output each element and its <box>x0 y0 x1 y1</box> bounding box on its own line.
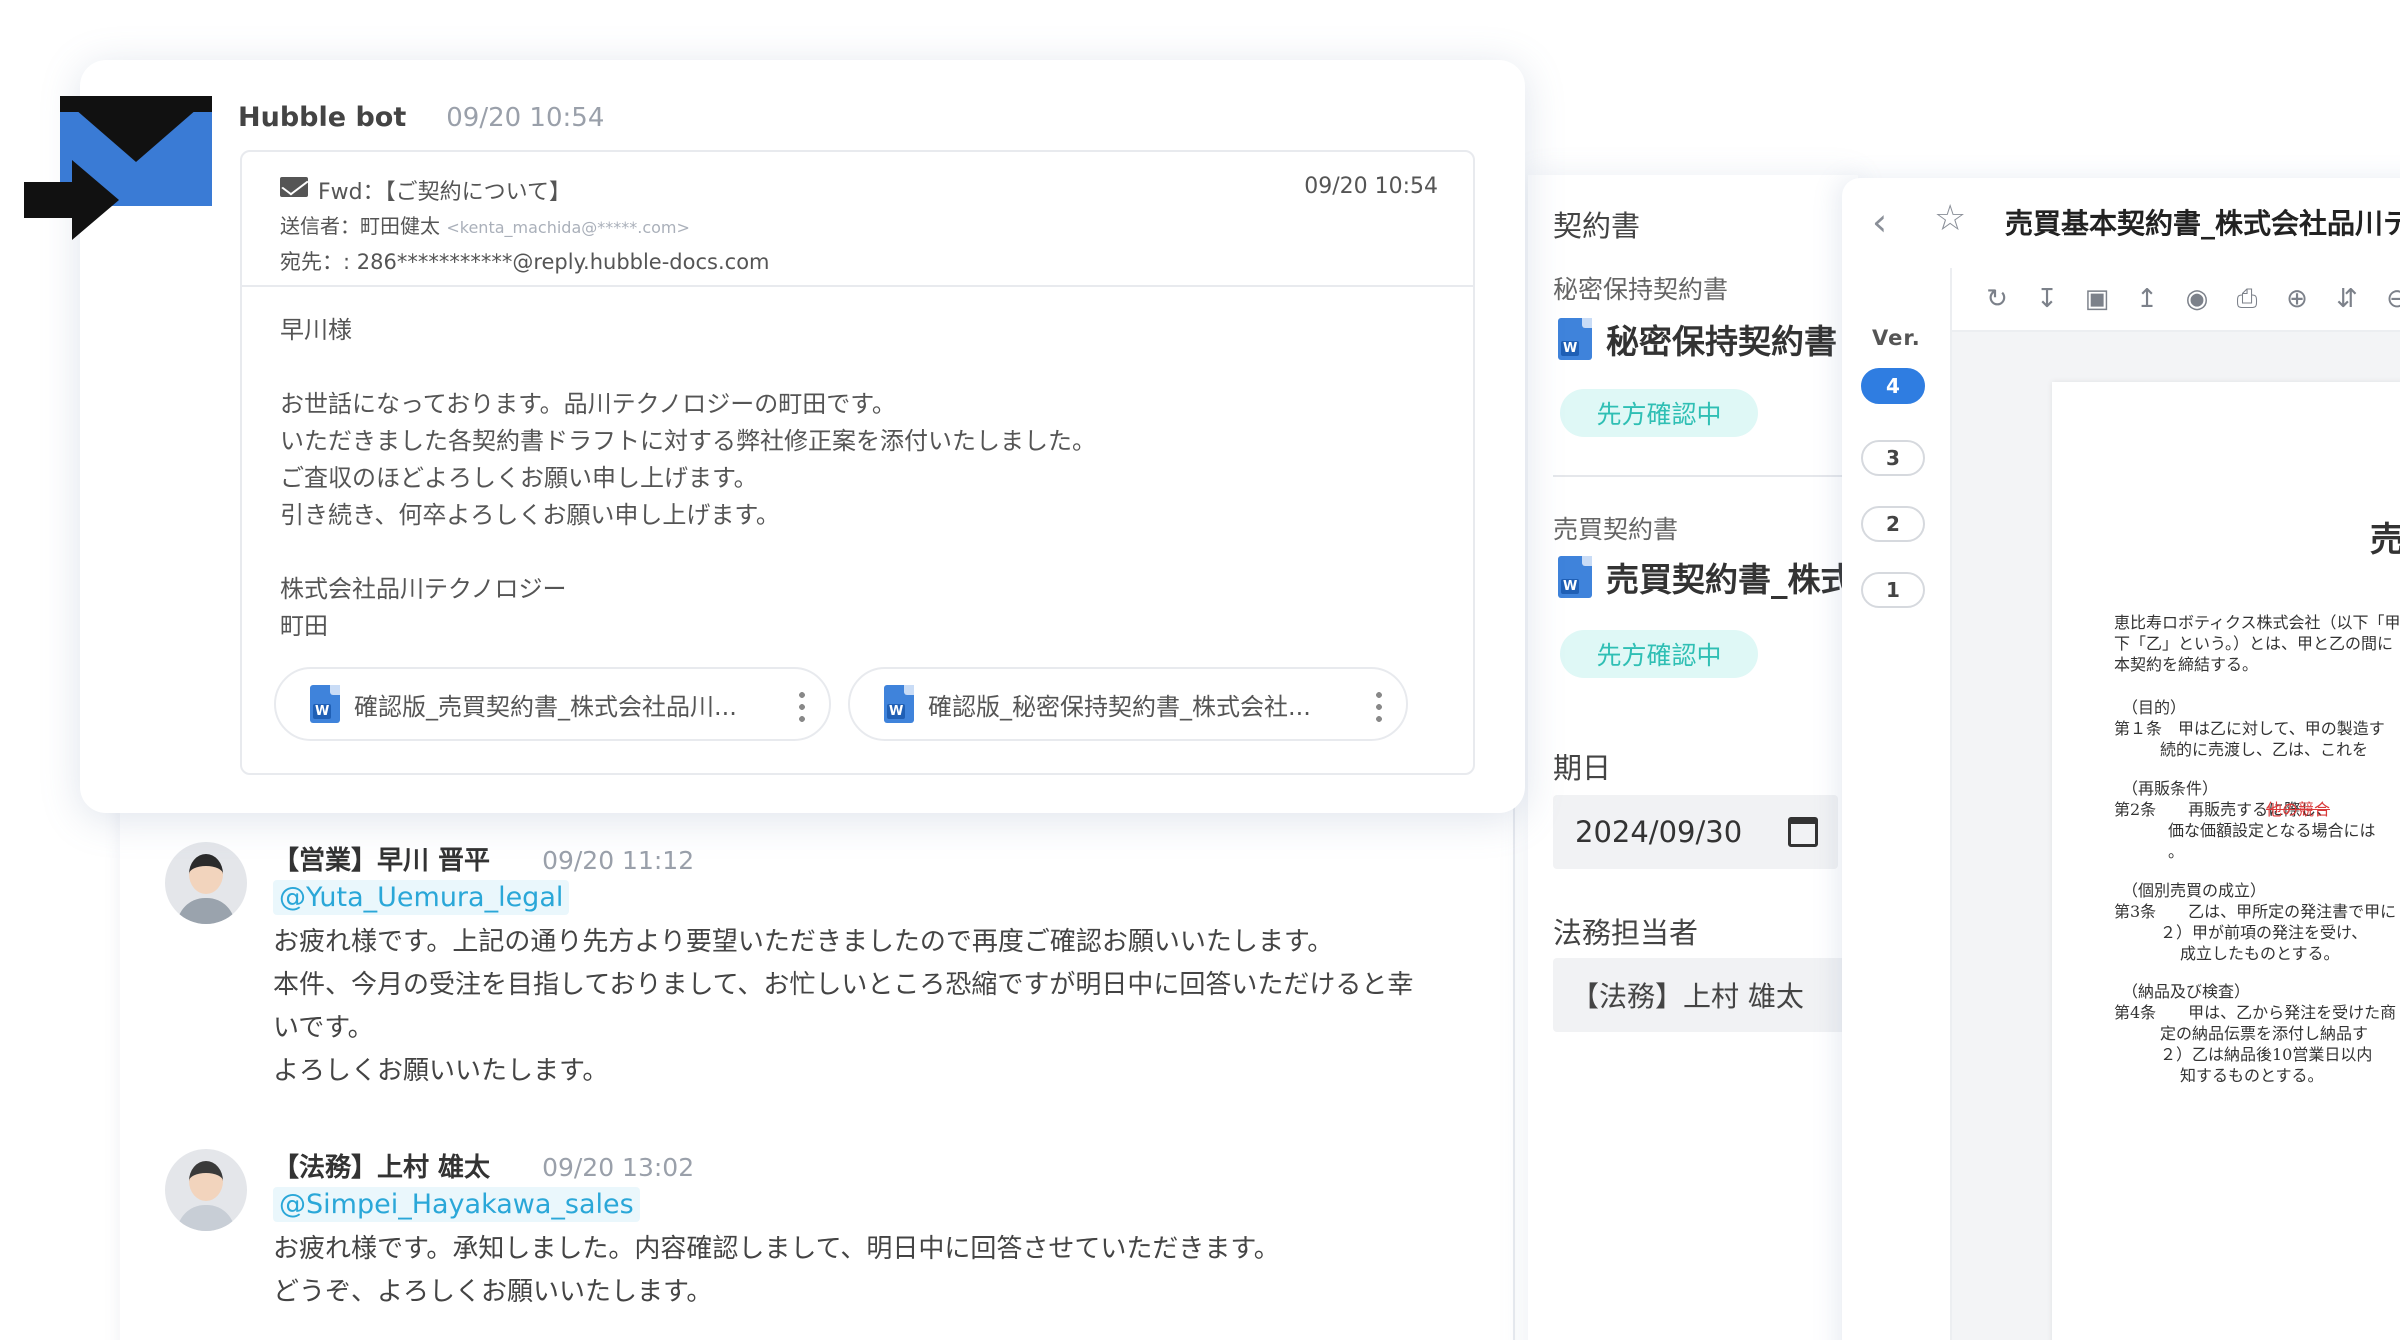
collapse-icon[interactable]: ⇵ <box>2332 284 2362 314</box>
doc-category: 売買契約書 <box>1553 515 1679 544</box>
word-file-icon: W <box>310 685 340 723</box>
email-from: 送信者：町田健太 <kenta_machida@*****.com> <box>280 214 690 238</box>
version-button-3[interactable]: 3 <box>1861 440 1925 476</box>
attachment-chip[interactable]: W 確認版_秘密保持契約書_株式会社... <box>848 667 1408 741</box>
email-date: 09/20 10:54 <box>1304 174 1438 199</box>
viewer-toolbar: ↻ ↧ ▣ ↥ ◉ ⎙ ⊕ ⇵ ⊖ <box>1952 268 2400 332</box>
chat-thread: 【営業】早川 晋平 09/20 11:12 @Yuta_Uemura_legal… <box>120 780 1515 1340</box>
mention-link[interactable]: @Yuta_Uemura_legal <box>273 880 570 915</box>
message-author: 【法務】上村 雄太 <box>273 1153 491 1183</box>
attachment-name: 確認版_秘密保持契約書_株式会社... <box>928 692 1311 721</box>
contract-info-panel: 契約書 秘密保持契約書 W 秘密保持契約書 先方確認中 売買契約書 W 売買契約… <box>1528 175 1858 1340</box>
doc-link-nda[interactable]: W 秘密保持契約書 <box>1558 315 1837 363</box>
email-subject: Fwd：【ご契約について】 <box>318 180 571 205</box>
doc-category: 秘密保持契約書 <box>1553 275 1729 304</box>
post-time: 09/20 10:54 <box>446 103 605 133</box>
message-body: お疲れ様です。上記の通り先方より要望いただきましたので再度ご確認お願いいたします… <box>273 927 1414 1086</box>
refresh-icon[interactable]: ↻ <box>1982 284 2012 314</box>
version-button-2[interactable]: 2 <box>1861 506 1925 542</box>
zoom-out-icon[interactable]: ⊖ <box>2382 284 2400 314</box>
more-options-icon[interactable] <box>799 689 805 723</box>
calendar-icon[interactable] <box>1788 817 1818 847</box>
eye-icon[interactable]: ◉ <box>2182 284 2212 314</box>
forwarded-email: Fwd：【ご契約について】 09/20 10:54 送信者：町田健太 <kent… <box>240 150 1475 775</box>
bot-name: Hubble bot <box>238 102 407 133</box>
email-header: Fwd：【ご契約について】 09/20 10:54 送信者：町田健太 <kent… <box>242 152 1473 287</box>
arrow-right-icon <box>24 160 119 240</box>
word-file-icon: W <box>884 685 914 723</box>
download-icon[interactable]: ↧ <box>2032 284 2062 314</box>
panel-heading: 契約書 <box>1553 209 1641 243</box>
message-time: 09/20 13:02 <box>542 1153 695 1182</box>
document-title: 売買基本契約書_株式会社品川テ <box>2005 207 2400 240</box>
more-options-icon[interactable] <box>1376 689 1382 723</box>
mail-icon <box>280 177 308 197</box>
doc-link-sales[interactable]: W 売買契約書_株式 <box>1558 553 1854 601</box>
avatar[interactable] <box>165 842 247 924</box>
status-badge: 先方確認中 <box>1560 630 1758 678</box>
document-page: 売買 恵比寿ロボティクス株式会社（以下「甲 下「乙」という。）とは、甲と乙の間に… <box>2052 382 2400 1340</box>
due-date-input[interactable]: 2024/09/30 <box>1553 795 1838 869</box>
attachment-name: 確認版_売買契約書_株式会社品川... <box>354 692 737 721</box>
version-button-1[interactable]: 1 <box>1861 572 1925 608</box>
avatar[interactable] <box>165 1149 247 1231</box>
divider <box>1553 475 1858 477</box>
attachment-chip[interactable]: W 確認版_売買契約書_株式会社品川... <box>274 667 831 741</box>
upload-icon[interactable]: ↥ <box>2132 284 2162 314</box>
due-date-label: 期日 <box>1553 751 1612 785</box>
print-icon[interactable]: ⎙ <box>2232 284 2262 315</box>
version-button-4[interactable]: 4 <box>1861 368 1925 404</box>
document-canvas[interactable]: 売買 恵比寿ロボティクス株式会社（以下「甲 下「乙」という。）とは、甲と乙の間に… <box>1952 332 2400 1340</box>
word-file-icon: W <box>1558 556 1592 598</box>
version-rail: Ver. 4 3 2 1 <box>1842 268 1952 1340</box>
assignee-field[interactable]: 【法務】上村 雄太 <box>1553 958 1858 1032</box>
back-chevron-icon[interactable]: ‹ <box>1872 200 1887 244</box>
message-time: 09/20 11:12 <box>542 846 695 875</box>
copy-icon[interactable]: ▣ <box>2082 284 2112 314</box>
assignee-label: 法務担当者 <box>1553 916 1699 950</box>
page-title: 売買 <box>2370 520 2400 560</box>
star-icon[interactable]: ☆ <box>1934 198 1966 239</box>
status-badge: 先方確認中 <box>1560 389 1758 437</box>
email-body: 早川様 お世話になっております。品川テクノロジーの町田です。 いただきました各契… <box>280 316 1096 640</box>
mention-link[interactable]: @Simpei_Hayakawa_sales <box>273 1187 640 1222</box>
document-viewer: ‹ ☆ 売買基本契約書_株式会社品川テ Ver. 4 3 2 1 ↻ ↧ ▣ ↥… <box>1842 178 2400 1340</box>
email-card: Hubble bot 09/20 10:54 Fwd：【ご契約について】 09/… <box>80 60 1525 813</box>
zoom-in-icon[interactable]: ⊕ <box>2282 284 2312 314</box>
word-file-icon: W <box>1558 318 1592 360</box>
message-author: 【営業】早川 晋平 <box>273 846 491 876</box>
message-body: お疲れ様です。承知しました。内容確認しまして、明日中に回答させていただきます。 … <box>273 1234 1280 1307</box>
email-to: 宛先：: 286***********@reply.hubble-docs.co… <box>280 250 770 274</box>
version-label: Ver. <box>1872 326 1921 350</box>
